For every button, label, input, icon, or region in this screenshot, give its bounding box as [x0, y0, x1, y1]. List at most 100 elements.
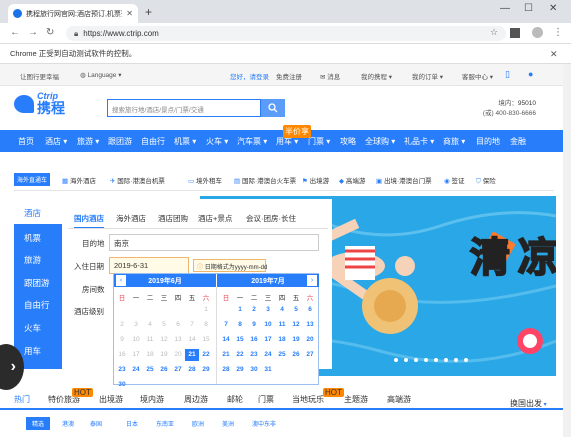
chip-sea[interactable]: 东南亚	[156, 419, 174, 428]
minimize-icon[interactable]: —	[500, 3, 510, 14]
prev-month-icon[interactable]: ‹	[116, 275, 126, 286]
mobile-icon[interactable]: ▯	[505, 69, 510, 80]
calendar-day[interactable]: 13	[303, 319, 317, 331]
nav-train[interactable]: 火车 ▾	[206, 136, 228, 147]
nav-business[interactable]: 商旅 ▾	[443, 136, 465, 147]
calendar-day[interactable]: 28	[185, 364, 199, 376]
menu-dots-icon[interactable]: ⋮	[553, 27, 563, 38]
profile-avatar[interactable]	[532, 27, 543, 38]
calendar-day[interactable]: 10	[261, 319, 275, 331]
tab-domestic[interactable]: 境内游	[140, 394, 164, 405]
messages-link[interactable]: ✉ 消息	[320, 71, 340, 81]
side-tab-travel[interactable]: 旅游	[24, 254, 41, 266]
calendar-day[interactable]: 8	[233, 319, 247, 331]
calendar-day[interactable]: 27	[171, 364, 185, 376]
calendar-day[interactable]: 3	[261, 304, 275, 316]
calendar-day[interactable]: 30	[247, 364, 261, 376]
page-scrollbar[interactable]	[563, 64, 571, 437]
chip-au-me-af[interactable]: 澳中东非	[252, 419, 276, 428]
calendar-day[interactable]: 27	[303, 349, 317, 361]
calendar-day[interactable]: 9	[247, 319, 261, 331]
ctrip-logo[interactable]: Ctrip 携程	[14, 92, 65, 115]
side-tab-free[interactable]: 自由行	[24, 299, 50, 311]
infobar-close-icon[interactable]: ✕	[550, 49, 558, 60]
calendar-day[interactable]: 18	[275, 334, 289, 346]
nav-group-tour[interactable]: 跟团游	[108, 136, 132, 147]
calendar-day[interactable]: 21	[219, 349, 233, 361]
nav-hotel[interactable]: 酒店 ▾	[45, 136, 67, 147]
omnibox[interactable]: 🔒︎ https://www.ctrip.com	[66, 26, 506, 41]
calendar-day[interactable]: 25	[275, 349, 289, 361]
new-tab-icon[interactable]: +	[145, 5, 152, 19]
tab-hotel-group[interactable]: 酒店团购	[158, 213, 188, 224]
calendar-day[interactable]: 11	[275, 319, 289, 331]
calendar-day[interactable]: 5	[289, 304, 303, 316]
outbound-tour-link[interactable]: ⚑ 出境游	[302, 175, 329, 185]
calendar-day[interactable]: 31	[261, 364, 275, 376]
tab-luxury[interactable]: 高端游	[387, 394, 411, 405]
car-rental-link[interactable]: ▭ 境外租车	[188, 175, 222, 185]
checkin-date-input[interactable]: 2019-6-31	[109, 257, 189, 274]
calendar-day[interactable]: 24	[129, 364, 143, 376]
nav-guides[interactable]: 攻略	[340, 136, 356, 147]
calendar-day[interactable]: 6	[303, 304, 317, 316]
nav-bus[interactable]: 汽车票 ▾	[237, 136, 267, 147]
calendar-day[interactable]: 25	[143, 364, 157, 376]
close-window-icon[interactable]: ✕	[549, 3, 557, 14]
tab-tickets[interactable]: 门票	[258, 394, 274, 405]
chip-thailand[interactable]: 泰国	[90, 419, 102, 428]
wechat-icon[interactable]: ●	[528, 69, 533, 79]
overseas-hotel-link[interactable]: ▦ 海外酒店	[62, 175, 96, 185]
tab-nearby[interactable]: 周边游	[184, 394, 208, 405]
maximize-icon[interactable]: ☐	[524, 3, 533, 14]
intl-tickets-link[interactable]: ▣ 出境·港澳台门票	[376, 175, 432, 185]
reload-icon[interactable]: ↻	[46, 27, 54, 38]
site-search-input[interactable]: 搜索旅行地/酒店/景点/门票/交通	[107, 99, 261, 117]
nav-home[interactable]: 首页	[18, 136, 34, 147]
calendar-day[interactable]: 12	[289, 319, 303, 331]
tab-cruise[interactable]: 邮轮	[227, 394, 243, 405]
tab-local-fun[interactable]: 当地玩乐	[292, 394, 324, 405]
my-ctrip-link[interactable]: 我的携程 ▾	[361, 71, 392, 81]
chip-featured[interactable]: 精选	[26, 417, 51, 430]
visa-link[interactable]: ◉ 签证	[444, 175, 464, 185]
my-orders-link[interactable]: 我的订单 ▾	[412, 71, 443, 81]
side-tab-car[interactable]: 用车	[24, 345, 41, 357]
next-month-icon[interactable]: ›	[307, 275, 317, 286]
calendar-day[interactable]: 22	[233, 349, 247, 361]
departure-city-selector[interactable]: 换国出发 ▾	[510, 398, 547, 409]
login-link[interactable]: 您好，请登录	[230, 71, 269, 81]
tab-meeting[interactable]: 会议·团房·长住	[246, 213, 296, 224]
nav-travel[interactable]: 旅游 ▾	[77, 136, 99, 147]
tab-theme[interactable]: 主题游	[344, 394, 368, 405]
insurance-link[interactable]: ⛉ 保险	[476, 175, 496, 186]
calendar-day[interactable]: 16	[247, 334, 261, 346]
chip-america[interactable]: 美洲	[222, 419, 234, 428]
calendar-day[interactable]: 14	[219, 334, 233, 346]
star-icon[interactable]: ☆	[490, 27, 498, 38]
nav-flight[interactable]: 机票 ▾	[174, 136, 196, 147]
nav-global-shop[interactable]: 全球购 ▾	[365, 136, 395, 147]
tab-hotel-scenic[interactable]: 酒店+景点	[198, 213, 232, 224]
tab-close-icon[interactable]: ✕	[126, 9, 133, 18]
nav-finance[interactable]: 金融	[510, 136, 526, 147]
calendar-day[interactable]: 17	[261, 334, 275, 346]
calendar-day[interactable]: 23	[247, 349, 261, 361]
calendar-day[interactable]: 1	[233, 304, 247, 316]
side-tab-group[interactable]: 跟团游	[24, 277, 50, 289]
calendar-day[interactable]: 29	[233, 364, 247, 376]
calendar-day[interactable]: 30	[115, 379, 129, 391]
calendar-day[interactable]: 28	[219, 364, 233, 376]
luxury-tour-link[interactable]: ◆ 高端游	[339, 175, 365, 185]
register-link[interactable]: 免费注册	[276, 71, 302, 81]
intl-flight-link[interactable]: ✈ 国际·港澳台机票	[110, 175, 165, 185]
calendar-day[interactable]: 26	[157, 364, 171, 376]
chip-japan[interactable]: 日本	[126, 419, 138, 428]
tab-hot[interactable]: 热门	[14, 394, 30, 405]
calendar-day[interactable]: 24	[261, 349, 275, 361]
calendar-day[interactable]: 29	[199, 364, 213, 376]
back-icon[interactable]: ←	[10, 27, 20, 38]
calendar-day[interactable]: 7	[219, 319, 233, 331]
browser-tab[interactable]: 携程旅行网官网:酒店预订,机票预 ✕	[8, 4, 138, 23]
chip-europe[interactable]: 欧洲	[192, 419, 204, 428]
